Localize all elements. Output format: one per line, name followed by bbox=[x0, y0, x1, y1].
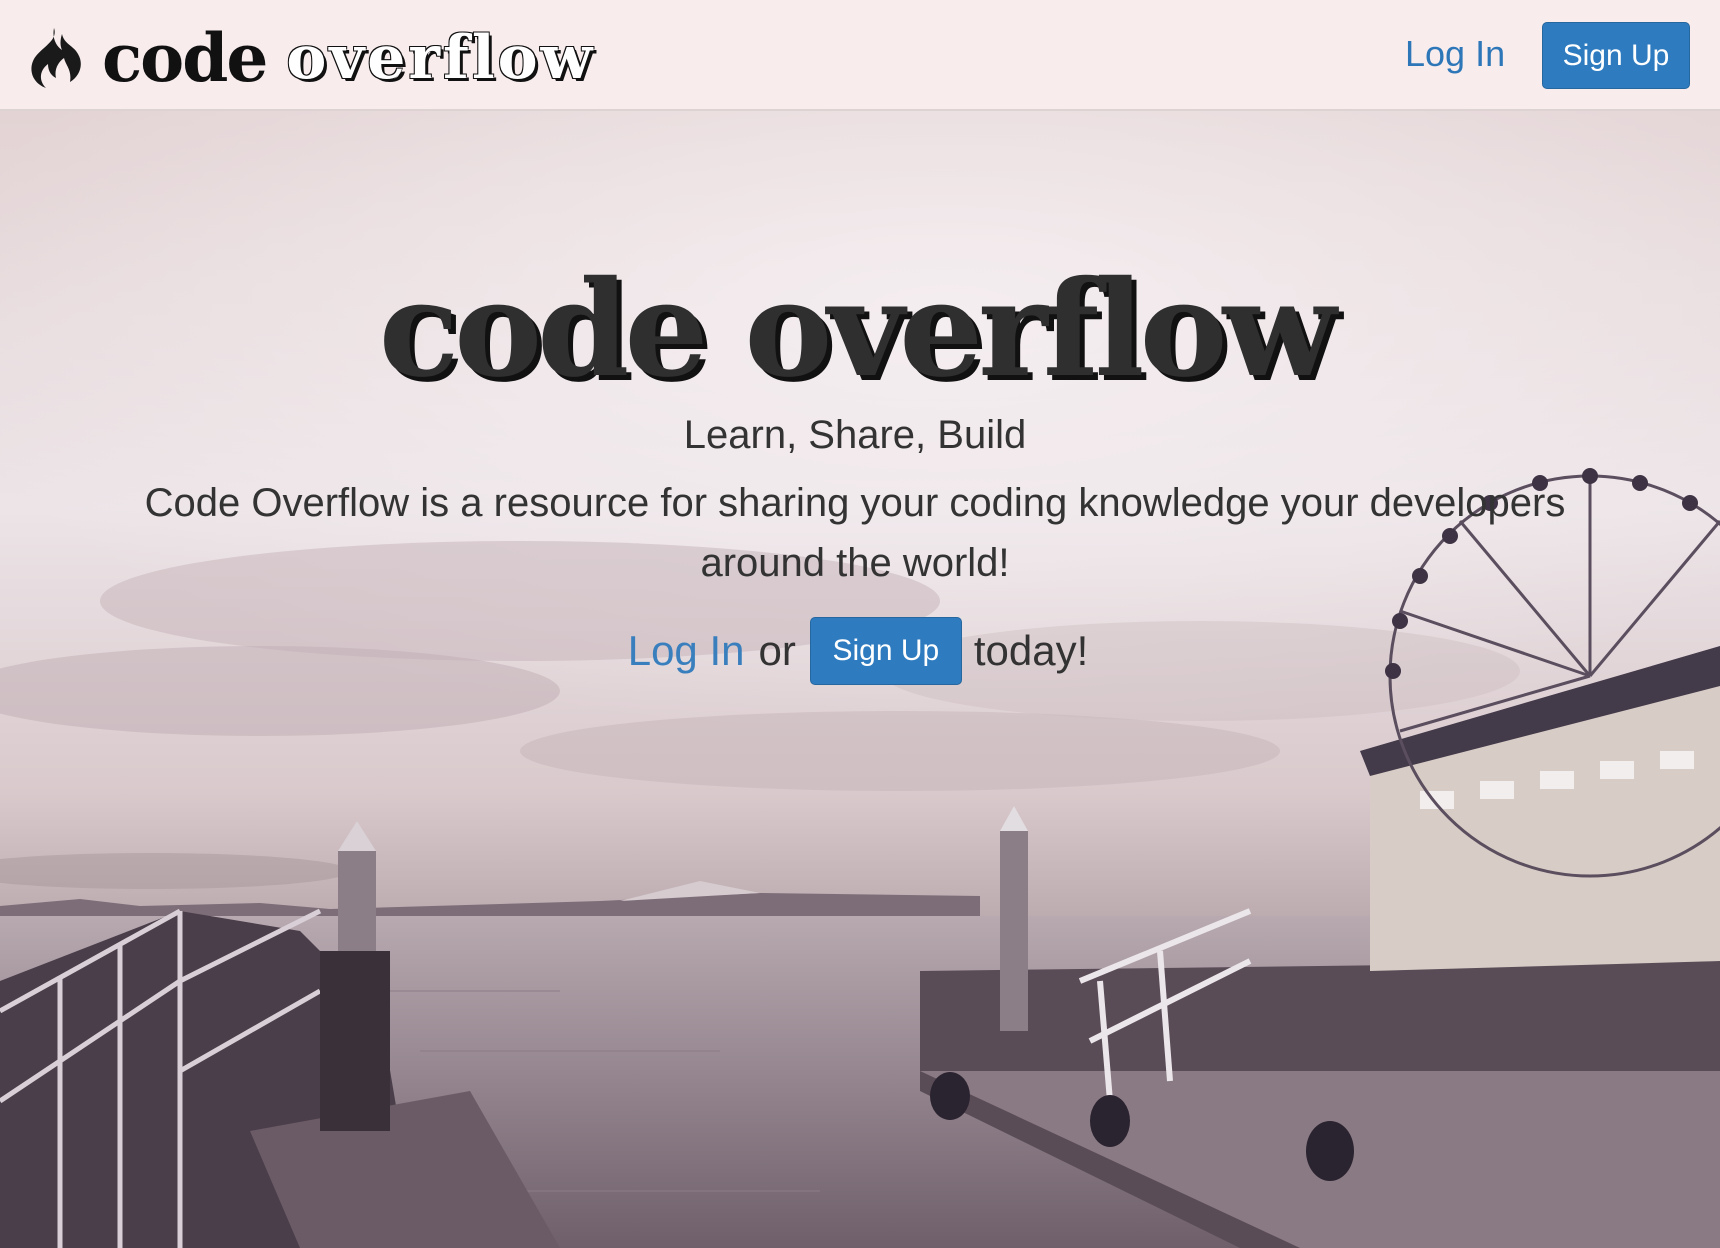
login-link[interactable]: Log In bbox=[1405, 30, 1505, 78]
brand-word-code: code bbox=[102, 19, 268, 97]
hero-cta: Log In or Sign Up today! bbox=[0, 617, 1716, 685]
brand-logo[interactable]: code overflow bbox=[24, 22, 595, 94]
hero-tagline: Learn, Share, Build bbox=[683, 413, 1027, 457]
hero-cta-or: or bbox=[758, 627, 796, 674]
brand-word-overflow: overflow bbox=[286, 23, 596, 93]
signup-button[interactable]: Sign Up bbox=[1542, 22, 1690, 89]
hero-description: Code Overflow is a resource for sharing … bbox=[144, 481, 1566, 585]
hero-signup-button[interactable]: Sign Up bbox=[809, 617, 962, 685]
flame-icon bbox=[31, 28, 81, 88]
hero-title: code overflow bbox=[378, 252, 1337, 407]
hero-login-link[interactable]: Log In bbox=[628, 627, 745, 675]
navbar: code overflow Log In Sign Up bbox=[0, 0, 1720, 111]
hero-section: code overflow Learn, Share, Build Code O… bbox=[0, 111, 1720, 1248]
hero-cta-suffix: today! bbox=[973, 627, 1089, 674]
